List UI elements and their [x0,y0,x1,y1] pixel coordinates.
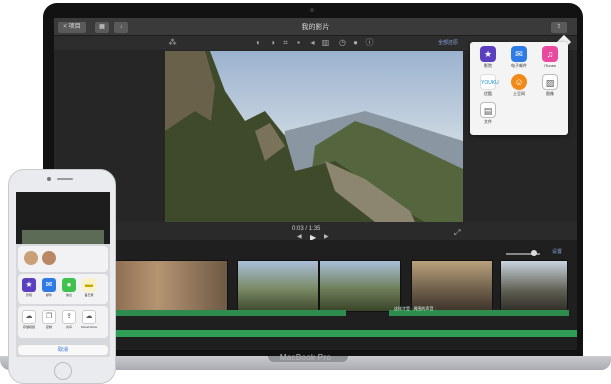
marketing-composite: MacBook Pro < 项目 ▦ ↓ 我的影片 ⇪ ⁂ ◐ ◑ ⌗ ▪ ◂ … [0,0,611,384]
timeline-clip[interactable] [500,260,568,312]
imovie-window: < 项目 ▦ ↓ 我的影片 ⇪ ⁂ ◐ ◑ ⌗ ▪ ◂ ▥ ◷ ● ⓘ 全部还原 [54,18,577,350]
copy-icon[interactable]: ❐ [42,310,56,324]
share-image[interactable]: ▨ 图像 [539,74,561,100]
avatar[interactable] [42,251,56,265]
message-icon[interactable]: ● [62,278,76,292]
filter-icon[interactable]: ● [351,38,360,47]
imovie-toolbar: < 项目 ▦ ↓ 我的影片 ⇪ [54,18,577,36]
image-icon: ▨ [542,74,558,90]
speed-icon[interactable]: ◷ [338,38,347,47]
timeline-clip[interactable] [110,260,228,312]
project-title: 我的影片 [301,24,330,31]
airdrop-row [18,246,108,272]
fullscreen-icon[interactable]: ⤢ [454,228,460,238]
tudou-icon: ☺ [511,74,527,90]
share-youku[interactable]: YOUKU 优酷 [477,74,499,100]
share-popup: ★ 影院 ✉ 电子邮件 ♫ iTunes YOUKU 优酷 ☺ 土豆网 ▨ 图像 [470,42,568,135]
music-track[interactable] [110,330,577,337]
mail-icon[interactable]: ✉ [42,278,56,292]
audio-clip-label: 这样才是 · 周围的声音 · [394,306,436,311]
share-tudou[interactable]: ☺ 土豆网 [508,74,530,100]
skip-forward-icon[interactable]: ▶ [324,233,329,240]
zoom-slider-knob[interactable] [531,250,537,256]
star-icon[interactable]: ★ [22,278,36,292]
phone-screen: ★ 影院 ✉ 邮件 ● 信息 ▬ 备忘录 ☁ 存储视频 ❐ 复制 ⇪ 共享 ☁ [16,192,110,357]
video-viewer [165,51,463,222]
color-correction-icon[interactable]: ◑ [268,38,277,47]
playback-bar: 0:03 / 1:35 ◀ ▶ ▶ ⤢ [54,222,577,242]
youku-icon: YOUKU [480,74,499,90]
magic-wand-icon[interactable]: ⁂ [168,38,177,47]
save-video-icon[interactable]: ☁ [22,310,36,324]
mountain-scene [165,51,463,222]
phone-speaker [57,178,73,180]
phone-share-sheet: ★ 影院 ✉ 邮件 ● 信息 ▬ 备忘录 ☁ 存储视频 ❐ 复制 ⇪ 共享 ☁ [16,244,110,357]
phone-video-preview [22,230,104,244]
app-share-row: ★ 影院 ✉ 邮件 ● 信息 ▬ 备忘录 [18,274,108,304]
file-icon: ▤ [480,102,496,118]
avatar[interactable] [24,251,38,265]
share-icon[interactable]: ⇪ [62,310,76,324]
share-file[interactable]: ▤ 文件 [477,102,499,128]
share-itunes[interactable]: ♫ iTunes [539,46,561,72]
laptop-camera [310,8,314,12]
music-note-icon: ♫ [542,46,558,62]
timeline-clip[interactable] [319,260,401,312]
crop-icon[interactable]: ⌗ [281,38,290,47]
stabilization-icon[interactable]: ▪ [294,38,303,47]
phone-camera [47,177,51,181]
noise-reduction-icon[interactable]: ▥ [321,38,330,47]
home-button[interactable] [54,362,72,380]
phone-status-bar [16,192,110,200]
mail-icon: ✉ [511,46,527,62]
action-row: ☁ 存储视频 ❐ 复制 ⇪ 共享 ☁ iCloud Drive [18,306,108,338]
info-icon[interactable]: ⓘ [365,38,374,47]
star-icon: ★ [480,46,496,62]
timeline-clip[interactable] [237,260,319,312]
share-theater[interactable]: ★ 影院 [477,46,499,72]
reset-all-button[interactable]: 全部还原 [438,39,458,46]
settings-button[interactable]: 设置 [552,248,562,255]
color-balance-icon[interactable]: ◐ [254,38,263,47]
timecode: 0:03 / 1:35 [292,226,321,232]
iphone: ★ 影院 ✉ 邮件 ● 信息 ▬ 备忘录 ☁ 存储视频 ❐ 复制 ⇪ 共享 ☁ [8,169,116,384]
timeline: 设置 这样才是 · 周围的声音 · [54,240,577,350]
volume-icon[interactable]: ◂ [308,38,317,47]
audio-track[interactable] [110,310,346,316]
skip-back-icon[interactable]: ◀ [297,233,302,240]
share-email[interactable]: ✉ 电子邮件 [508,46,530,72]
notes-icon[interactable]: ▬ [82,278,96,292]
share-button[interactable]: ⇪ [551,22,567,33]
timeline-clip[interactable] [411,260,493,312]
cancel-button[interactable]: 取消 [18,345,108,355]
icloud-icon[interactable]: ☁ [82,310,96,324]
